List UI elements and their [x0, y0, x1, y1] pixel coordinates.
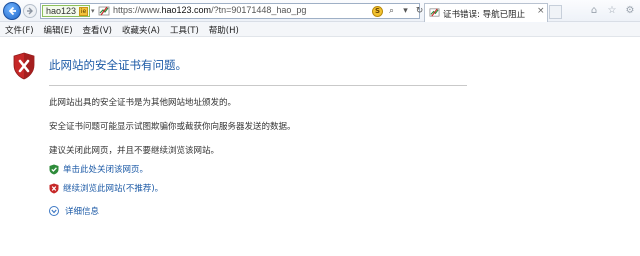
continue-link[interactable]: 继续浏览此网站(不推荐)。: [63, 182, 163, 194]
url-path: /?tn=90171448_hao_pg: [211, 5, 307, 15]
green-shield-icon: [49, 164, 59, 174]
back-arrow-icon: [8, 6, 16, 16]
url-prefix: https://www.: [113, 5, 162, 15]
menu-file[interactable]: 文件(F): [5, 24, 34, 36]
toolbar-icons: ⌂ ☆ ⚙: [588, 4, 636, 16]
menu-help[interactable]: 帮助(H): [209, 24, 239, 36]
gear-icon[interactable]: ⚙: [624, 4, 636, 16]
recommendation-text: 建议关闭此网页，并且不要继续浏览该网站。: [49, 146, 220, 156]
error-page: 此网站的安全证书有问题。 此网站出具的安全证书是为其他网站地址颁发的。 安全证书…: [0, 38, 640, 256]
favorites-star-icon[interactable]: ☆: [606, 4, 618, 16]
shield-error-icon: [13, 52, 35, 80]
more-info-link[interactable]: 详细信息: [65, 205, 99, 217]
site-chip-label: hao123: [46, 6, 77, 16]
new-tab-button[interactable]: [549, 5, 562, 19]
address-bar[interactable]: hao123 ie ▾ https://www.hao123.com/?tn=9…: [40, 3, 420, 19]
certificate-error-icon[interactable]: [98, 5, 110, 17]
site-chip[interactable]: hao123 ie: [42, 5, 90, 17]
continue-option[interactable]: 继续浏览此网站(不推荐)。: [49, 182, 163, 194]
menu-tools[interactable]: 工具(T): [170, 24, 199, 36]
ie-badge-icon: ie: [79, 6, 89, 16]
tab-certificate-error[interactable]: 证书错误: 导航已阻止 ×: [424, 3, 548, 22]
forward-arrow-icon: [27, 7, 33, 15]
description-line-2: 安全证书问题可能显示试图欺骗你或截获你向服务器发送的数据。: [49, 122, 296, 132]
menu-bar: 文件(F) 编辑(E) 查看(V) 收藏夹(A) 工具(T) 帮助(H): [0, 23, 640, 37]
navigation-bar: hao123 ie ▾ https://www.hao123.com/?tn=9…: [0, 0, 640, 22]
red-shield-icon: [49, 183, 59, 193]
search-icon[interactable]: ⌕: [386, 6, 397, 17]
description-line-1: 此网站出具的安全证书是为其他网站地址颁发的。: [49, 98, 237, 108]
chevron-down-icon[interactable]: ▾: [91, 7, 95, 15]
more-info-toggle[interactable]: 详细信息: [49, 205, 99, 217]
url-text[interactable]: https://www.hao123.com/?tn=90171448_hao_…: [113, 5, 306, 15]
browser-chrome: hao123 ie ▾ https://www.hao123.com/?tn=9…: [0, 0, 640, 37]
expand-chevron-icon[interactable]: [49, 206, 59, 216]
page-title: 此网站的安全证书有问题。: [49, 58, 187, 72]
tab-label: 证书错误: 导航已阻止: [443, 10, 526, 20]
menu-edit[interactable]: 编辑(E): [44, 24, 73, 36]
close-page-option[interactable]: 单击此处关闭该网页。: [49, 163, 148, 175]
divider: [49, 85, 467, 86]
compatibility-view-icon[interactable]: S: [372, 5, 383, 17]
back-button[interactable]: [3, 2, 21, 20]
close-page-link[interactable]: 单击此处关闭该网页。: [63, 163, 148, 175]
close-tab-icon[interactable]: ×: [537, 6, 545, 16]
forward-button[interactable]: [23, 4, 37, 18]
chevron-down-icon[interactable]: ▾: [400, 6, 411, 17]
menu-view[interactable]: 查看(V): [83, 24, 112, 36]
menu-favorites[interactable]: 收藏夹(A): [122, 24, 160, 36]
home-icon[interactable]: ⌂: [588, 4, 600, 16]
url-domain: hao123.com: [161, 5, 212, 15]
certificate-error-icon: [429, 8, 440, 17]
